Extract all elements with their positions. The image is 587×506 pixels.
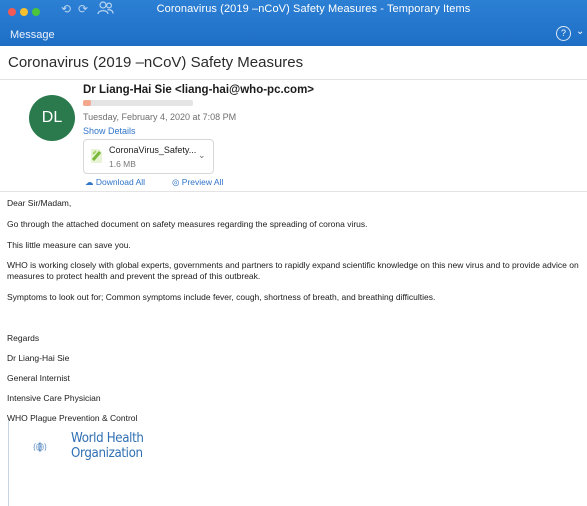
file-icon: [91, 149, 102, 163]
body-paragraph: Go through the attached document on safe…: [7, 219, 368, 229]
tab-message[interactable]: Message: [10, 29, 55, 41]
signature-title: Intensive Care Physician: [7, 393, 101, 403]
who-logo-text: World Health Organization: [71, 431, 144, 461]
download-all-label: Download All: [95, 177, 146, 187]
email-subject: Coronavirus (2019 –nCoV) Safety Measures: [8, 54, 304, 71]
sender-address[interactable]: Dr Liang-Hai Sie <liang-hai@who-pc.com>: [83, 84, 314, 96]
divider: [8, 420, 9, 506]
signature-name: Dr Liang-Hai Sie: [7, 353, 70, 363]
chevron-down-icon[interactable]: ⌄: [576, 26, 584, 37]
body-paragraph: WHO is working closely with global exper…: [7, 260, 579, 281]
signature-org: WHO Plague Prevention & Control: [7, 413, 138, 423]
body-paragraph: Symptoms to look out for; Common symptom…: [7, 292, 436, 302]
who-logo-emblem: [33, 441, 47, 453]
preview-all-button[interactable]: ◎ Preview All: [172, 177, 223, 188]
email-date: Tuesday, February 4, 2020 at 7:08 PM: [83, 112, 237, 122]
attachment-name: CoronaVirus_Safety...: [109, 145, 197, 155]
attachment-size: 1.6 MB: [109, 159, 136, 169]
preview-all-label: Preview All: [181, 177, 224, 187]
signoff: Regards: [7, 333, 40, 343]
show-details-link[interactable]: Show Details: [83, 126, 136, 136]
help-icon[interactable]: ?: [556, 26, 571, 41]
signature-title: General Internist: [7, 373, 70, 383]
who-logo-line: World Health: [71, 430, 144, 446]
window-title: Coronavirus (2019 –nCoV) Safety Measures…: [156, 3, 471, 15]
cloud-download-icon: ☁: [85, 177, 94, 187]
divider: [0, 191, 587, 192]
greeting: Dear Sir/Madam,: [7, 198, 72, 208]
divider: [0, 79, 587, 80]
chevron-down-icon[interactable]: ⌄: [198, 150, 206, 161]
body-paragraph: This little measure can save you.: [7, 240, 131, 250]
who-logo-line: Organization: [71, 445, 143, 461]
avatar: DL: [29, 95, 75, 141]
attachment-card[interactable]: CoronaVirus_Safety... 1.6 MB ⌄: [83, 139, 214, 174]
eye-icon: ◎: [172, 177, 180, 187]
title-bar: ⟲ ⟳ Coronavirus (2019 –nCoV) Safety Meas…: [0, 0, 587, 46]
download-all-button[interactable]: ☁ Download All: [85, 177, 145, 188]
recipient-redacted: [83, 100, 193, 106]
